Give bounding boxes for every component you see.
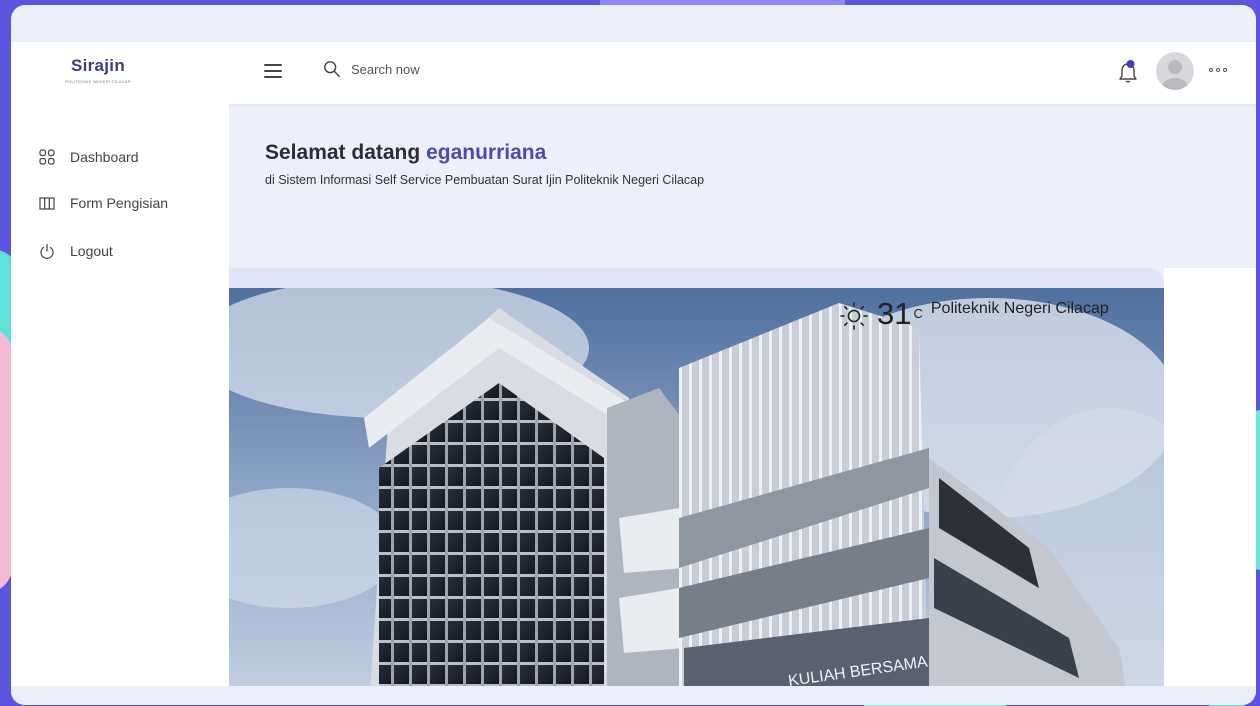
search-bar	[323, 60, 551, 78]
bell-icon[interactable]	[1117, 59, 1139, 85]
more-options-icon[interactable]	[1209, 68, 1227, 76]
username: eganurriana	[426, 141, 547, 164]
welcome-heading: Selamat datang eganurriana	[265, 141, 704, 165]
menu-icon[interactable]	[264, 64, 282, 80]
welcome-subtitle: di Sistem Informasi Self Service Pembuat…	[265, 173, 705, 187]
sidebar: Dashboard Form Pengisian Logout	[11, 104, 229, 705]
app-logo[interactable]: Sirajin POLITEKNIK NEGERI CILACAP	[63, 56, 133, 90]
bottom-bar	[11, 686, 1256, 705]
columns-icon	[39, 197, 55, 210]
sidebar-item-dashboard[interactable]: Dashboard	[39, 149, 139, 165]
sidebar-item-label: Dashboard	[70, 149, 139, 165]
campus-building-image: KULIAH BERSAMA	[229, 288, 1164, 705]
weather-location: Politeknik Negeri Cilacap	[930, 300, 1109, 317]
logo-subtitle: POLITEKNIK NEGERI CILACAP	[65, 79, 131, 84]
temperature-unit: C	[913, 306, 923, 321]
welcome-section: Selamat datang eganurriana di Sistem Inf…	[265, 141, 704, 187]
sidebar-item-label: Form Pengisian	[70, 195, 169, 211]
top-bar: Sirajin POLITEKNIK NEGERI CILACAP	[11, 42, 1256, 104]
grid-icon	[39, 149, 55, 165]
app-window: Sirajin POLITEKNIK NEGERI CILACAP Search…	[11, 5, 1256, 705]
campus-card: KULIAH BERSAMA 31 C Politeknik Negeri Ci…	[229, 268, 1164, 705]
weather-widget: 31 C Politeknik Negeri Cilacap	[839, 298, 1109, 331]
sidebar-item-form-pengisian[interactable]: Form Pengisian	[39, 195, 168, 211]
sun-icon	[840, 302, 868, 330]
user-avatar[interactable]	[1156, 52, 1194, 90]
main-content: Selamat datang eganurriana di Sistem Inf…	[229, 104, 1256, 705]
search-icon[interactable]	[323, 60, 341, 78]
sidebar-item-label: Logout	[70, 243, 113, 259]
power-icon	[40, 243, 54, 259]
card-side-panel	[1164, 268, 1256, 705]
search-input[interactable]	[351, 61, 551, 77]
sidebar-item-logout[interactable]: Logout	[39, 243, 113, 259]
temperature-value: 31	[877, 296, 912, 331]
logo-text: Sirajin	[70, 56, 126, 75]
greeting-text: Selamat datang	[265, 141, 421, 164]
